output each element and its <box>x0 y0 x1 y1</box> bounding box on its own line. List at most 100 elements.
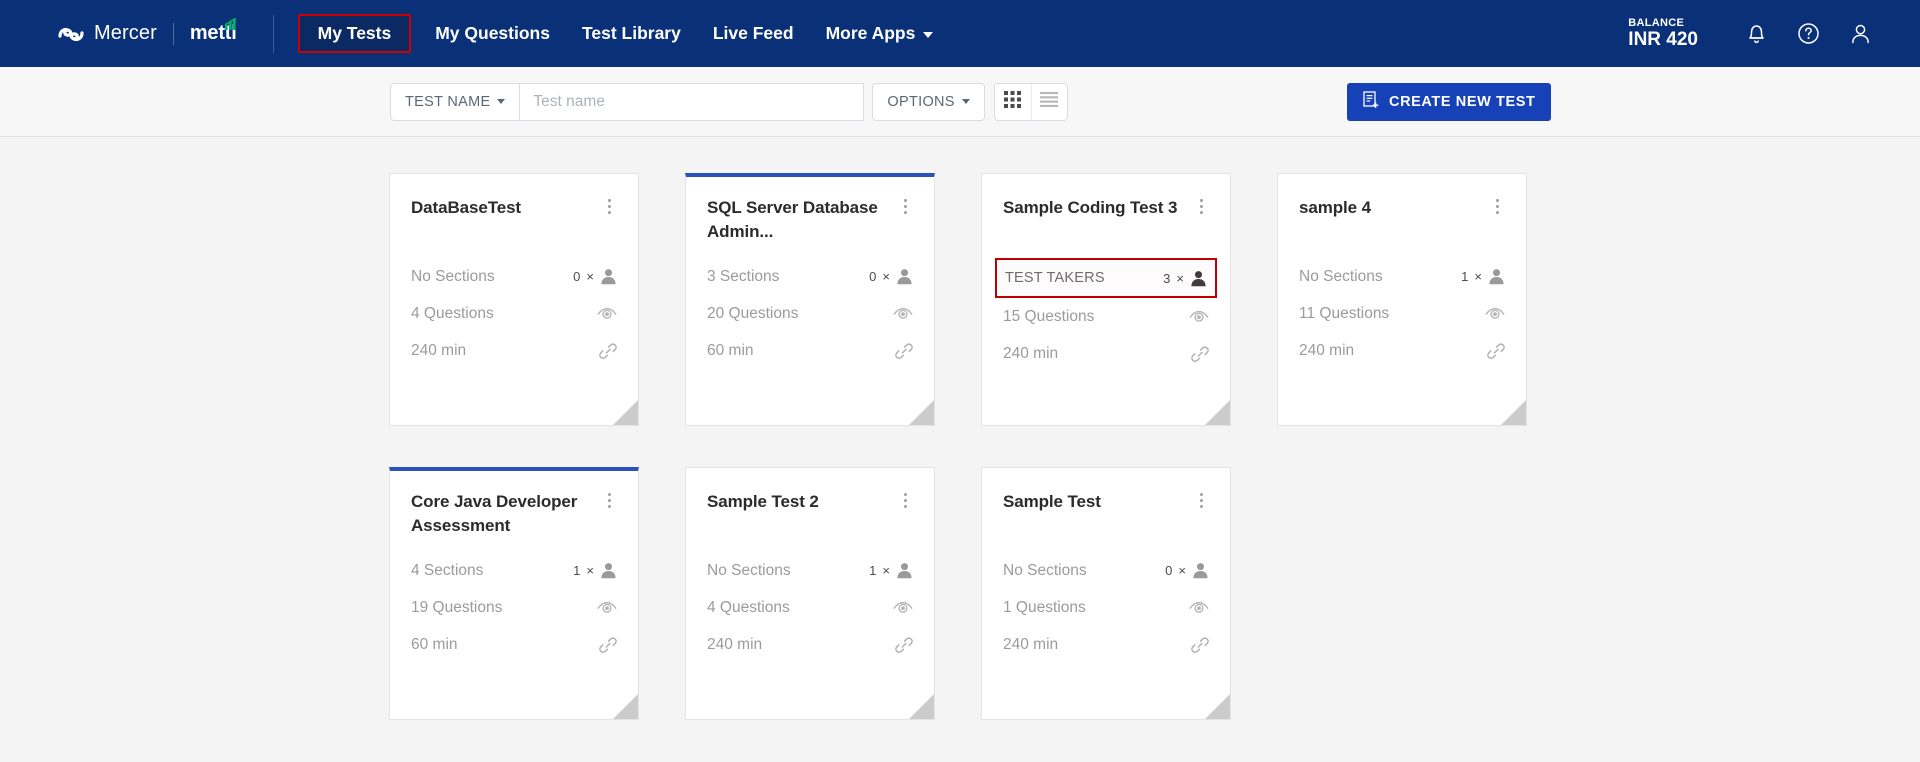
kebab-menu-icon[interactable] <box>897 196 913 214</box>
test-card-questions-label: 15 Questions <box>1003 308 1094 326</box>
test-card-questions-row[interactable]: 20 Questions <box>707 295 913 332</box>
test-card-title: sample 4 <box>1299 196 1371 220</box>
test-card-takers: 0× <box>573 268 617 285</box>
link-icon[interactable] <box>1191 345 1209 363</box>
bell-icon[interactable] <box>1730 8 1782 60</box>
eye-icon[interactable] <box>597 307 617 321</box>
link-icon[interactable] <box>599 636 617 654</box>
link-icon[interactable] <box>1191 636 1209 654</box>
list-view-button[interactable] <box>1031 84 1067 120</box>
list-view-icon <box>1040 92 1058 112</box>
test-card-duration-row[interactable]: 240 min <box>1003 335 1209 372</box>
link-icon[interactable] <box>895 636 913 654</box>
search-input[interactable] <box>519 83 864 121</box>
nav-item-my-tests-label: My Tests <box>318 23 392 44</box>
kebab-menu-icon[interactable] <box>1193 196 1209 214</box>
kebab-menu-icon[interactable] <box>601 196 617 214</box>
brand-subname: mettl <box>190 22 239 45</box>
brand-logo[interactable]: Mercer mettl <box>58 0 239 67</box>
nav-divider <box>273 15 274 53</box>
card-fold-corner <box>613 400 638 425</box>
test-card-questions-row[interactable]: 15 Questions <box>1003 298 1209 335</box>
mercer-logo-icon <box>58 27 84 41</box>
test-card-questions-label: 19 Questions <box>411 599 502 617</box>
test-card-stats: TEST TAKERS3×15 Questions240 min <box>1003 258 1209 372</box>
test-card-sections-row[interactable]: No Sections0× <box>411 258 617 295</box>
kebab-menu-icon[interactable] <box>601 490 617 508</box>
test-card-title: SQL Server Database Admin... <box>707 196 889 244</box>
test-card-sections-row[interactable]: No Sections0× <box>1003 552 1209 589</box>
test-card-duration-row[interactable]: 60 min <box>707 332 913 369</box>
eye-icon[interactable] <box>1189 310 1209 324</box>
nav-item-more-apps[interactable]: More Apps <box>810 14 950 53</box>
multiplier-symbol: × <box>882 269 890 284</box>
test-card-duration-row[interactable]: 240 min <box>411 332 617 369</box>
test-card-header: Sample Test <box>1003 490 1209 546</box>
tests-board: DataBaseTestNo Sections0×4 Questions240 … <box>0 137 1920 762</box>
test-card-sections-row[interactable]: No Sections1× <box>707 552 913 589</box>
mettl-bars-icon <box>225 13 240 25</box>
grid-view-icon <box>1004 91 1021 113</box>
link-icon[interactable] <box>895 342 913 360</box>
test-card-sections-label: No Sections <box>1003 562 1087 580</box>
eye-icon[interactable] <box>893 601 913 615</box>
help-circle-icon[interactable] <box>1782 8 1834 60</box>
test-card-stats: No Sections1×4 Questions240 min <box>707 552 913 663</box>
test-card[interactable]: Sample Test No Sections0×1 Questions240 m… <box>981 467 1231 720</box>
test-card-duration-row[interactable]: 240 min <box>707 626 913 663</box>
link-icon[interactable] <box>599 342 617 360</box>
nav-item-live-feed[interactable]: Live Feed <box>697 14 810 53</box>
balance-label: BALANCE <box>1628 17 1698 29</box>
test-card-duration-row[interactable]: 60 min <box>411 626 617 663</box>
filter-field-select[interactable]: TEST NAME <box>390 83 519 121</box>
test-card-header: SQL Server Database Admin... <box>707 196 913 252</box>
test-card-takers: 0× <box>869 268 913 285</box>
filter-toolbar: TEST NAME OPTIONS <box>0 67 1920 137</box>
test-card-sections-label: No Sections <box>707 562 791 580</box>
test-card-duration-label: 60 min <box>411 636 458 654</box>
create-new-test-button[interactable]: CREATE NEW TEST <box>1347 83 1551 121</box>
test-card-takers-count: 3 <box>1163 271 1170 286</box>
test-card-questions-row[interactable]: 19 Questions <box>411 589 617 626</box>
test-card-questions-row[interactable]: 4 Questions <box>411 295 617 332</box>
test-card-questions-row[interactable]: 11 Questions <box>1299 295 1505 332</box>
eye-icon[interactable] <box>597 601 617 615</box>
kebab-menu-icon[interactable] <box>897 490 913 508</box>
eye-icon[interactable] <box>1485 307 1505 321</box>
kebab-menu-icon[interactable] <box>1489 196 1505 214</box>
person-icon <box>896 562 913 579</box>
test-card-duration-row[interactable]: 240 min <box>1299 332 1505 369</box>
test-card[interactable]: Sample Test 2No Sections1×4 Questions240… <box>685 467 935 720</box>
link-icon[interactable] <box>1487 342 1505 360</box>
test-card[interactable]: DataBaseTestNo Sections0×4 Questions240 … <box>389 173 639 426</box>
test-card-sections-row[interactable]: TEST TAKERS3× <box>995 258 1217 298</box>
test-card-sections-label: 3 Sections <box>707 268 779 286</box>
test-card[interactable]: SQL Server Database Admin... 3 Sections 0×… <box>685 173 935 426</box>
test-card-questions-row[interactable]: 1 Questions <box>1003 589 1209 626</box>
test-card-questions-row[interactable]: 4 Questions <box>707 589 913 626</box>
options-dropdown[interactable]: OPTIONS <box>872 83 984 121</box>
multiplier-symbol: × <box>1474 269 1482 284</box>
balance-display[interactable]: BALANCE INR 420 <box>1628 17 1698 51</box>
multiplier-symbol: × <box>882 563 890 578</box>
grid-view-button[interactable] <box>995 84 1031 120</box>
nav-item-my-tests[interactable]: My Tests <box>298 14 412 53</box>
test-card[interactable]: Sample Coding Test 3TEST TAKERS3×15 Ques… <box>981 173 1231 426</box>
eye-icon[interactable] <box>1189 601 1209 615</box>
test-card-sections-row[interactable]: 3 Sections 0× <box>707 258 913 295</box>
new-test-icon <box>1363 91 1380 113</box>
kebab-menu-icon[interactable] <box>1193 490 1209 508</box>
test-card-sections-row[interactable]: No Sections1× <box>1299 258 1505 295</box>
multiplier-symbol: × <box>1176 271 1184 286</box>
eye-icon[interactable] <box>893 307 913 321</box>
test-card[interactable]: sample 4 No Sections1×11 Questions 240 min <box>1277 173 1527 426</box>
test-card-sections-row[interactable]: 4 Sections1× <box>411 552 617 589</box>
test-card[interactable]: Core Java Developer Assessment4 Sections… <box>389 467 639 720</box>
test-card-title: Sample Test <box>1003 490 1101 514</box>
user-icon[interactable] <box>1834 8 1886 60</box>
nav-item-test-library[interactable]: Test Library <box>566 14 697 53</box>
person-icon <box>896 268 913 285</box>
test-card-duration-label: 240 min <box>1299 342 1354 360</box>
nav-item-my-questions[interactable]: My Questions <box>419 14 566 53</box>
test-card-duration-row[interactable]: 240 min <box>1003 626 1209 663</box>
